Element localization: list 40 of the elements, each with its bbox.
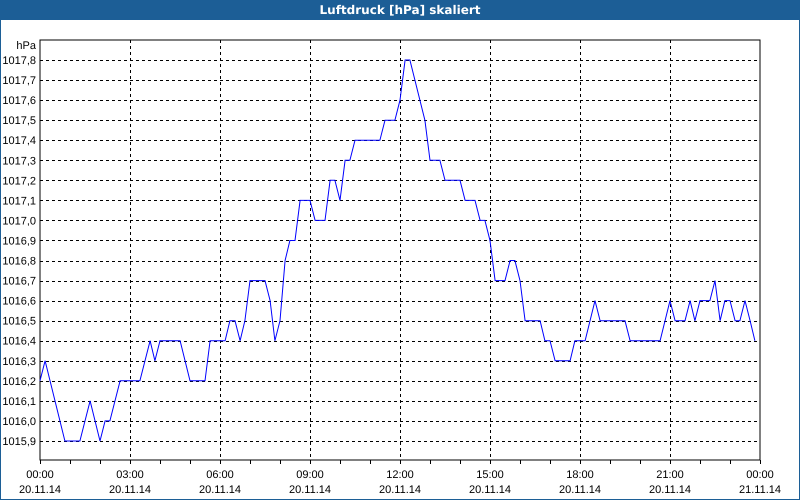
axis-tick-label: 1016,6: [2, 296, 36, 308]
axis-tick-label: 1017,1: [2, 195, 36, 208]
axis-date-label: 20.11.14: [649, 484, 691, 496]
axis-tick-label: 1017,5: [2, 115, 36, 128]
axis-tick-label: 1017,7: [2, 75, 36, 88]
axis-tick-label: 15:00: [476, 469, 504, 481]
axis-tick-label: 00:00: [26, 469, 54, 481]
axis-tick-label: 18:00: [566, 469, 594, 481]
axis-date-label: 20.11.14: [379, 484, 421, 496]
axis-tick-label: 21:00: [656, 469, 684, 481]
axis-tick-label: 1016,8: [2, 256, 36, 268]
axis-tick-label: 06:00: [206, 469, 234, 481]
y-axis-unit: hPa: [16, 40, 36, 52]
axis-tick-label: 1016,1: [2, 396, 36, 408]
axis-tick-label: 1017,0: [2, 215, 36, 228]
axis-tick-label: 09:00: [296, 469, 324, 481]
axis-date-label: 20.11.14: [19, 484, 61, 496]
axis-tick-label: 1016,5: [2, 316, 36, 328]
axis-tick-label: 1017,8: [2, 55, 36, 68]
axis-tick-label: 1017,4: [2, 135, 36, 148]
axis-tick-label: 1016,7: [2, 276, 36, 288]
axis-tick-label: 1017,2: [2, 175, 36, 188]
axis-tick-label: 1016,4: [2, 336, 36, 348]
axis-tick-label: 12:00: [386, 469, 414, 481]
axis-tick-label: 1016,3: [2, 356, 36, 368]
axis-date-label: 21.11.14: [739, 484, 781, 496]
axis-tick-label: 1016,0: [2, 416, 36, 428]
axis-tick-label: 1017,6: [2, 95, 36, 108]
axis-tick-label: 03:00: [116, 469, 144, 481]
axis-date-label: 20.11.14: [289, 484, 331, 496]
axis-date-label: 20.11.14: [559, 484, 601, 496]
axis-tick-label: 00:00: [746, 469, 774, 481]
axis-date-label: 20.11.14: [469, 484, 511, 496]
axis-date-label: 20.11.14: [199, 484, 241, 496]
axis-date-label: 20.11.14: [109, 484, 151, 496]
axis-tick-label: 1016,2: [2, 376, 36, 388]
axis-tick-label: 1016,9: [2, 235, 36, 248]
axis-tick-label: 1017,3: [2, 155, 36, 168]
axis-tick-label: 1015,9: [2, 436, 36, 448]
window-title: Luftdruck [hPa] skaliert: [320, 3, 480, 17]
